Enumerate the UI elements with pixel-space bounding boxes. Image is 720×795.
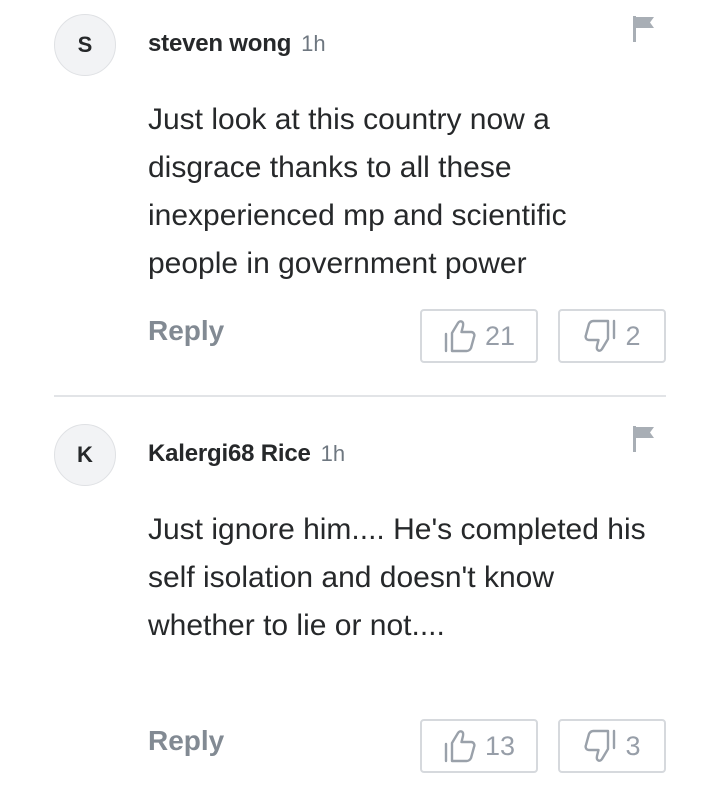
comment-header: steven wong 1h — [148, 30, 326, 58]
username[interactable]: Kalergi68 Rice — [148, 440, 311, 468]
comment-divider — [54, 395, 666, 397]
like-button[interactable]: 21 — [420, 309, 538, 363]
comment-text: Just look at this country now a disgrace… — [148, 103, 567, 280]
thumbs-down-icon — [583, 318, 617, 354]
avatar-letter: S — [77, 32, 93, 57]
reply-button[interactable]: Reply — [148, 725, 224, 757]
thumbs-down-icon — [583, 728, 617, 764]
avatar[interactable]: K — [54, 424, 116, 486]
avatar[interactable]: S — [54, 14, 116, 76]
thumbs-up-icon — [443, 728, 477, 764]
comment-header: Kalergi68 Rice 1h — [148, 440, 345, 468]
like-count: 13 — [484, 730, 516, 761]
flag-icon[interactable] — [630, 424, 658, 454]
username[interactable]: steven wong — [148, 30, 291, 58]
timestamp: 1h — [320, 441, 346, 466]
dislike-button[interactable]: 3 — [558, 719, 666, 773]
flag-icon[interactable] — [630, 14, 658, 44]
avatar-letter: K — [77, 442, 93, 467]
reply-button[interactable]: Reply — [148, 315, 224, 347]
like-button[interactable]: 13 — [420, 719, 538, 773]
like-count: 21 — [484, 320, 516, 351]
thumbs-up-icon — [443, 318, 477, 354]
dislike-button[interactable]: 2 — [558, 309, 666, 363]
dislike-count: 2 — [625, 320, 641, 351]
timestamp: 1h — [301, 31, 326, 56]
comment-text: Just ignore him.... He's completed his s… — [148, 513, 646, 642]
dislike-count: 3 — [625, 730, 641, 761]
